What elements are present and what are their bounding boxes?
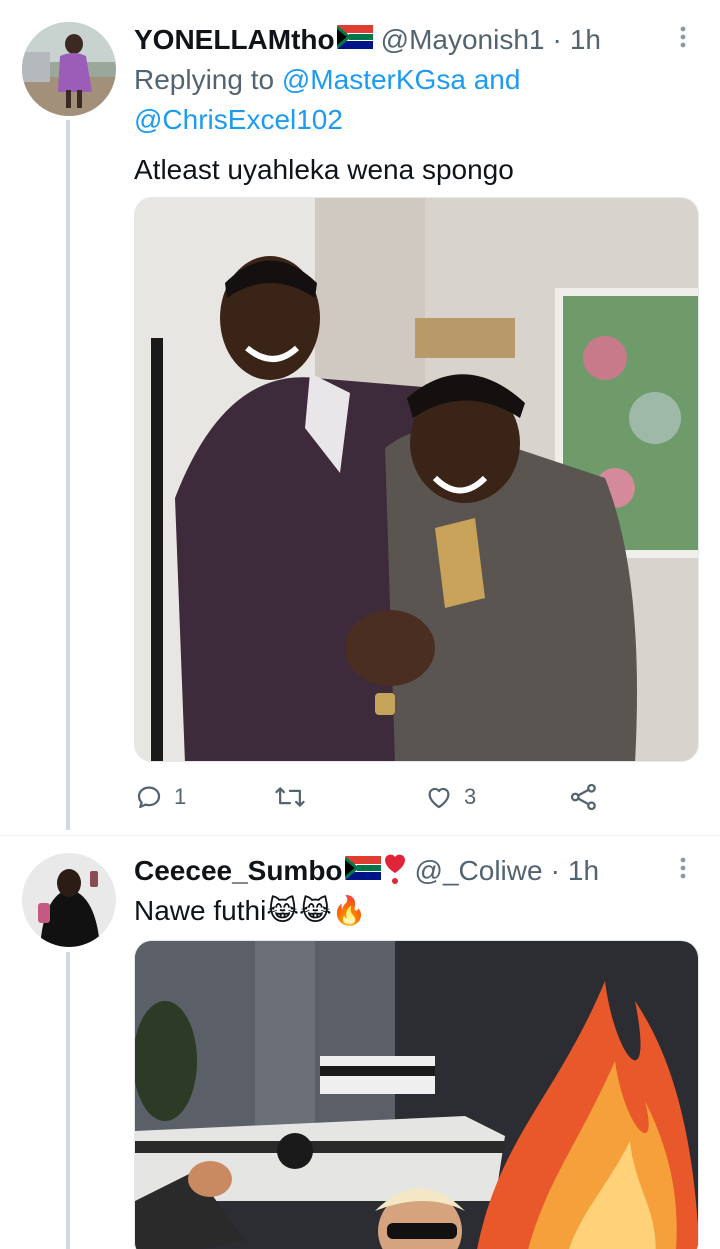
tweet-header: YONELLAMtho @Mayonish1 · 1h (134, 20, 698, 60)
reply-button[interactable]: 1 (134, 782, 274, 812)
tweet-divider (0, 835, 720, 836)
like-button[interactable]: 3 (424, 782, 569, 812)
mention-link[interactable]: @MasterKGsa (282, 64, 466, 95)
thread-connector-line (66, 120, 70, 830)
avatar[interactable] (22, 853, 116, 947)
reply-count: 1 (174, 784, 187, 809)
tweet-text: Atleast uyahleka wena spongo (134, 154, 514, 185)
tweet-text: Nawe futhi😹😹🔥 (134, 891, 698, 931)
timestamp[interactable]: 1h (568, 855, 599, 887)
tweet-photo[interactable] (134, 940, 699, 1249)
south-africa-flag-icon (335, 24, 373, 56)
tweet-header: Ceecee_Sumbo @_Coliwe · 1h (134, 851, 698, 891)
replying-to: Replying to @MasterKGsa and @ChrisExcel1… (134, 60, 698, 140)
tweet-actions: 1 3 (134, 777, 614, 817)
like-count: 3 (464, 784, 477, 809)
mention-link[interactable]: @ChrisExcel102 (134, 104, 343, 135)
thread-connector-line (66, 952, 70, 1249)
avatar[interactable] (22, 22, 116, 116)
south-africa-flag-icon (343, 855, 381, 887)
tweet-photo[interactable] (134, 197, 699, 762)
timestamp[interactable]: 1h (570, 24, 601, 56)
retweet-icon (274, 782, 306, 812)
meta-separator: · (550, 855, 560, 886)
heart-emoji-icon (383, 851, 407, 892)
share-icon (569, 782, 599, 812)
meta-separator: · (552, 24, 562, 55)
retweet-button[interactable] (274, 782, 424, 812)
replying-to-label: Replying to (134, 64, 275, 95)
handle[interactable]: @Mayonish1 (381, 24, 545, 56)
reply-icon (134, 782, 164, 812)
tweet-text-body: Nawe futhi (134, 895, 267, 926)
share-button[interactable] (569, 782, 599, 812)
emoji-text: 😹😹🔥 (266, 895, 367, 926)
mention-and[interactable]: and (474, 64, 521, 95)
tweet-body: Ceecee_Sumbo @_Coliwe · 1h Nawe futhi😹😹🔥 (134, 851, 698, 931)
display-name[interactable]: YONELLAMtho (134, 24, 335, 56)
tweet-body: YONELLAMtho @Mayonish1 · 1h Replying to … (134, 20, 698, 190)
handle[interactable]: @_Coliwe (415, 855, 543, 887)
display-name[interactable]: Ceecee_Sumbo (134, 855, 343, 887)
like-icon (424, 782, 454, 812)
